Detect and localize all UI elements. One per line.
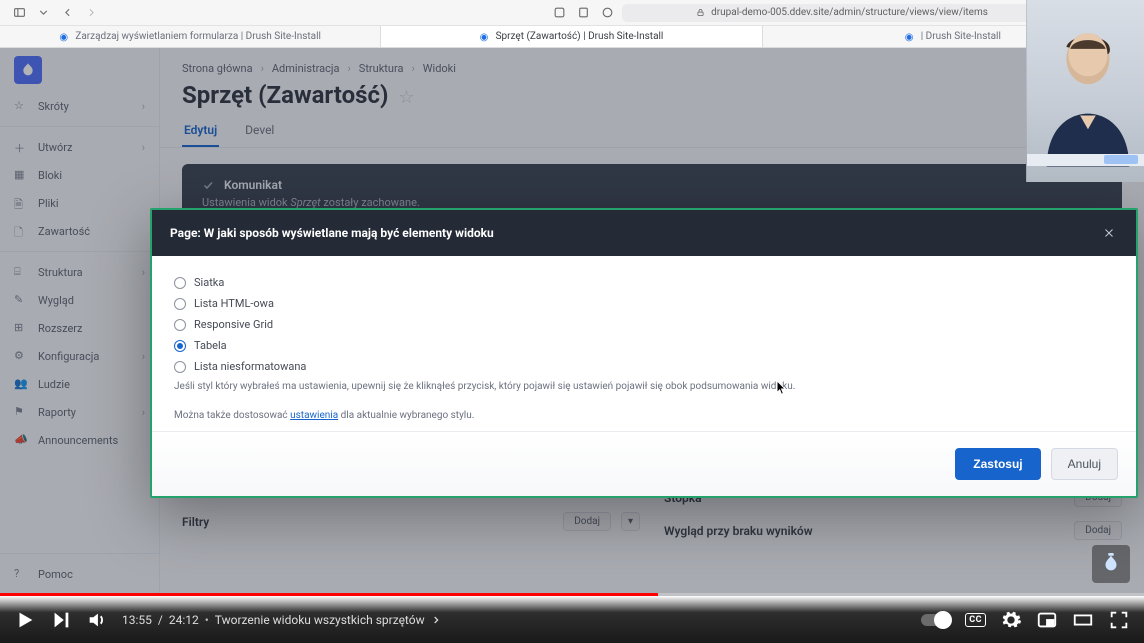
- format-radio-option[interactable]: Siatka: [174, 272, 1114, 293]
- format-radio-option[interactable]: Lista HTML-owa: [174, 293, 1114, 314]
- nav-back-icon[interactable]: [58, 5, 76, 21]
- nav-forward-icon[interactable]: [82, 5, 100, 21]
- radio-label: Tabela: [194, 339, 227, 352]
- radio-label: Siatka: [194, 276, 224, 289]
- browser-tab-2[interactable]: ◉Sprzęt (Zawartość) | Drush Site-Install: [381, 26, 762, 47]
- format-modal: Page: W jaki sposób wyświetlane mają być…: [150, 208, 1138, 498]
- address-bar[interactable]: drupal-demo-005.ddev.site/admin/structur…: [622, 4, 1062, 22]
- modal-close-button[interactable]: [1100, 224, 1118, 242]
- drupal-favicon-icon: ◉: [905, 32, 915, 42]
- captions-button[interactable]: CC: [965, 613, 986, 627]
- radio-label: Lista niesformatowana: [194, 360, 306, 373]
- radio-label: Responsive Grid: [194, 318, 273, 331]
- settings-link[interactable]: ustawienia: [290, 410, 338, 421]
- format-radio-option[interactable]: Lista niesformatowana: [174, 356, 1114, 377]
- lock-icon: [696, 8, 705, 17]
- gear-icon: [1000, 609, 1022, 631]
- chevron-right-icon: [431, 615, 441, 625]
- format-radio-option[interactable]: Responsive Grid: [174, 314, 1114, 335]
- browser-toolbar: drupal-demo-005.ddev.site/admin/structur…: [0, 0, 1144, 26]
- modal-customize-text: Można także dostosować ustawienia dla ak…: [174, 410, 1114, 421]
- radio-icon: [174, 298, 186, 310]
- theater-button[interactable]: [1072, 609, 1094, 631]
- modal-help-text: Jeśli styl który wybrałeś ma ustawienia,…: [174, 381, 1114, 392]
- apply-button[interactable]: Zastosuj: [955, 448, 1040, 480]
- volume-button[interactable]: [86, 609, 108, 631]
- mouse-cursor-icon: [776, 380, 787, 396]
- format-radio-option[interactable]: Tabela: [174, 335, 1114, 356]
- modal-title: Page: W jaki sposób wyświetlane mają być…: [170, 226, 494, 240]
- address-text: drupal-demo-005.ddev.site/admin/structur…: [711, 7, 988, 18]
- video-time: 13:55 / 24:12 • Tworzenie widoku wszystk…: [122, 613, 441, 627]
- shield-icon[interactable]: [550, 5, 568, 21]
- miniplayer-button[interactable]: [1036, 609, 1058, 631]
- browser-tab-1[interactable]: ◉Zarządzaj wyświetlaniem formularza | Dr…: [0, 26, 381, 47]
- drupal-favicon-icon: ◉: [59, 32, 69, 42]
- play-button[interactable]: [14, 609, 36, 631]
- webcam-logo: [1104, 155, 1138, 164]
- next-button[interactable]: [50, 609, 72, 631]
- chevron-down-icon[interactable]: [34, 5, 52, 21]
- autoplay-toggle[interactable]: [921, 614, 951, 626]
- video-player-bar: 13:55 / 24:12 • Tworzenie widoku wszystk…: [0, 596, 1144, 643]
- chapter-title[interactable]: Tworzenie widoku wszystkich sprzętów: [215, 613, 425, 627]
- presenter-silhouette: [1037, 18, 1135, 168]
- radio-icon: [174, 319, 186, 331]
- channel-watermark-icon[interactable]: [1092, 545, 1130, 583]
- radio-icon: [174, 340, 186, 352]
- close-icon: [1103, 227, 1115, 239]
- sidebar-toggle-icon[interactable]: [10, 5, 28, 21]
- radio-icon: [174, 277, 186, 289]
- presenter-webcam: [1026, 0, 1144, 182]
- browser-tabstrip: ◉Zarządzaj wyświetlaniem formularza | Dr…: [0, 26, 1144, 48]
- drupal-favicon-icon: ◉: [480, 32, 490, 42]
- reader-icon[interactable]: [574, 5, 592, 21]
- radio-label: Lista HTML-owa: [194, 297, 274, 310]
- settings-button[interactable]: [1000, 609, 1022, 631]
- extensions-icon[interactable]: [598, 5, 616, 21]
- fullscreen-button[interactable]: [1108, 609, 1130, 631]
- cancel-button[interactable]: Anuluj: [1051, 448, 1118, 480]
- radio-icon: [174, 361, 186, 373]
